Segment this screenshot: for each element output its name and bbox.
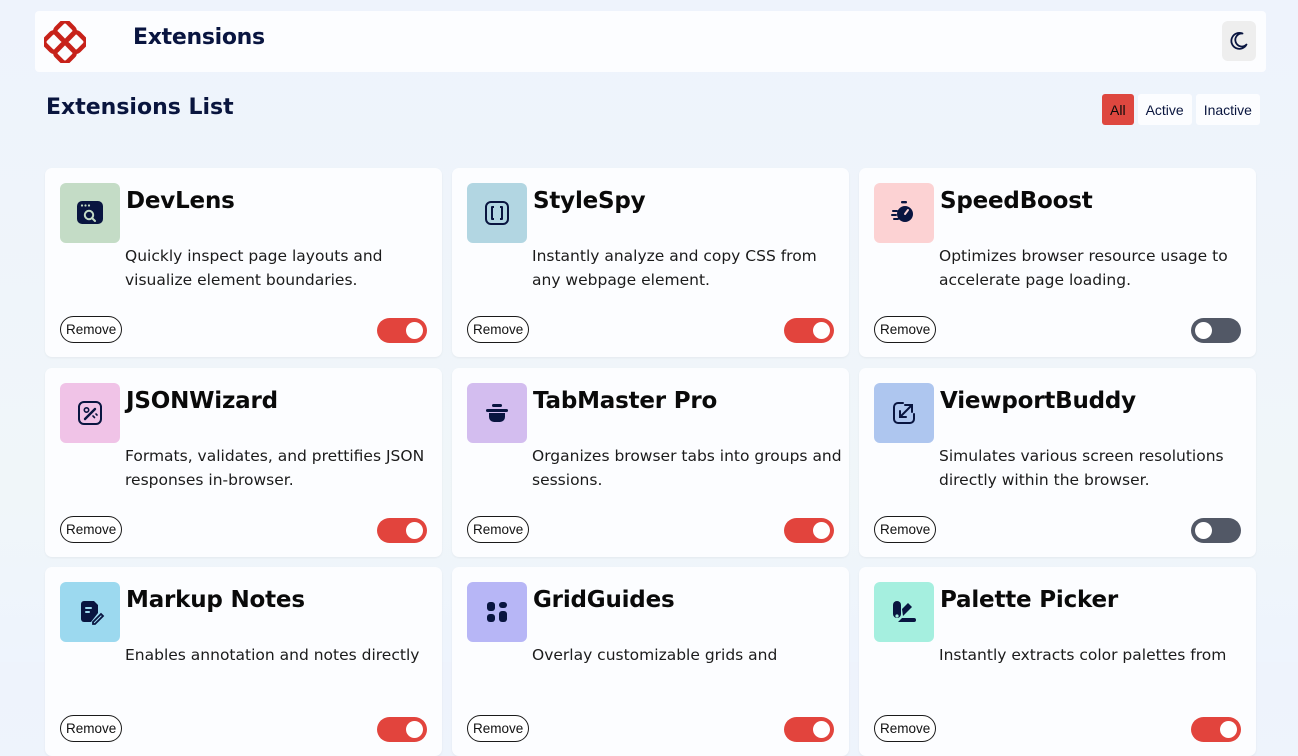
extension-icon-box bbox=[60, 383, 120, 443]
active-toggle[interactable] bbox=[377, 518, 427, 543]
remove-button[interactable]: Remove bbox=[467, 516, 530, 543]
toggle-knob bbox=[406, 721, 423, 738]
active-toggle[interactable] bbox=[1191, 518, 1241, 543]
extension-card: JSONWizard Formats, validates, and prett… bbox=[45, 368, 442, 557]
app-header: Extensions bbox=[35, 11, 1266, 72]
filter-inactive-button[interactable]: Inactive bbox=[1195, 94, 1260, 125]
extension-name: DevLens bbox=[126, 188, 235, 214]
extension-description: Optimizes browser resource usage to acce… bbox=[939, 247, 1228, 289]
toggle-knob bbox=[1195, 522, 1212, 539]
remove-button[interactable]: Remove bbox=[467, 316, 530, 343]
extension-name: GridGuides bbox=[533, 587, 675, 613]
extension-name: StyleSpy bbox=[533, 188, 646, 214]
active-toggle[interactable] bbox=[377, 318, 427, 343]
extension-icon-box bbox=[874, 582, 934, 642]
extension-icon-box bbox=[467, 582, 527, 642]
note-edit-icon bbox=[81, 601, 105, 625]
extension-description: Instantly analyze and copy CSS from any … bbox=[532, 247, 817, 289]
extension-name: TabMaster Pro bbox=[533, 388, 718, 414]
active-toggle[interactable] bbox=[377, 717, 427, 742]
active-toggle[interactable] bbox=[784, 717, 834, 742]
toggle-knob bbox=[1195, 322, 1212, 339]
toggle-knob bbox=[1220, 721, 1237, 738]
toggle-knob bbox=[813, 322, 830, 339]
pot-icon bbox=[486, 404, 508, 422]
extension-card: SpeedBoost Optimizes browser resource us… bbox=[859, 168, 1256, 357]
remove-button[interactable]: Remove bbox=[874, 316, 937, 343]
remove-button[interactable]: Remove bbox=[60, 516, 123, 543]
remove-button[interactable]: Remove bbox=[874, 516, 937, 543]
resize-icon bbox=[893, 402, 915, 424]
filter-active-button[interactable]: Active bbox=[1137, 94, 1192, 125]
toggle-knob bbox=[406, 322, 423, 339]
remove-button[interactable]: Remove bbox=[60, 715, 123, 742]
extension-description: Organizes browser tabs into groups and s… bbox=[532, 447, 842, 489]
theme-toggle-button[interactable] bbox=[1222, 21, 1256, 61]
extension-description: Overlay customizable grids and bbox=[532, 646, 778, 664]
grid-icon bbox=[487, 602, 507, 622]
extension-description: Enables annotation and notes directly bbox=[125, 646, 420, 664]
toggle-knob bbox=[406, 522, 423, 539]
extensions-list-title: Extensions List bbox=[46, 95, 234, 120]
logo-icon bbox=[44, 21, 86, 63]
brackets-icon bbox=[485, 201, 509, 225]
remove-button[interactable]: Remove bbox=[60, 316, 123, 343]
active-toggle[interactable] bbox=[1191, 318, 1241, 343]
filter-group: All Active Inactive bbox=[1102, 94, 1260, 125]
active-toggle[interactable] bbox=[784, 518, 834, 543]
toggle-knob bbox=[813, 721, 830, 738]
extension-description: Formats, validates, and prettifies JSON … bbox=[125, 447, 425, 489]
browser-search-icon bbox=[77, 201, 103, 224]
extension-icon-box bbox=[467, 183, 527, 243]
extension-name: JSONWizard bbox=[126, 388, 278, 414]
moon-icon bbox=[1230, 32, 1248, 50]
extension-icon-box bbox=[60, 183, 120, 243]
extension-icon-box bbox=[60, 582, 120, 642]
extension-description: Instantly extracts color palettes from bbox=[939, 646, 1227, 664]
wand-icon bbox=[78, 401, 102, 425]
palette-icon bbox=[893, 601, 916, 622]
extension-icon-box bbox=[467, 383, 527, 443]
extension-card: TabMaster Pro Organizes browser tabs int… bbox=[452, 368, 849, 557]
extension-icon-box bbox=[874, 383, 934, 443]
remove-button[interactable]: Remove bbox=[874, 715, 937, 742]
extension-card: DevLens Quickly inspect page layouts and… bbox=[45, 168, 442, 357]
extension-card: ViewportBuddy Simulates various screen r… bbox=[859, 368, 1256, 557]
extension-description: Quickly inspect page layouts and visuali… bbox=[125, 247, 383, 289]
active-toggle[interactable] bbox=[784, 318, 834, 343]
extension-name: Markup Notes bbox=[126, 587, 305, 613]
extension-icon-box bbox=[874, 183, 934, 243]
extension-card: StyleSpy Instantly analyze and copy CSS … bbox=[452, 168, 849, 357]
logo-text: Extensions bbox=[133, 25, 265, 50]
extension-name: Palette Picker bbox=[940, 587, 1119, 613]
active-toggle[interactable] bbox=[1191, 717, 1241, 742]
extension-description: Simulates various screen resolutions dir… bbox=[939, 447, 1224, 489]
filter-all-button[interactable]: All bbox=[1102, 94, 1134, 125]
extension-name: ViewportBuddy bbox=[940, 388, 1136, 414]
extension-name: SpeedBoost bbox=[940, 188, 1093, 214]
remove-button[interactable]: Remove bbox=[467, 715, 530, 742]
stopwatch-icon bbox=[891, 201, 913, 222]
toggle-knob bbox=[813, 522, 830, 539]
